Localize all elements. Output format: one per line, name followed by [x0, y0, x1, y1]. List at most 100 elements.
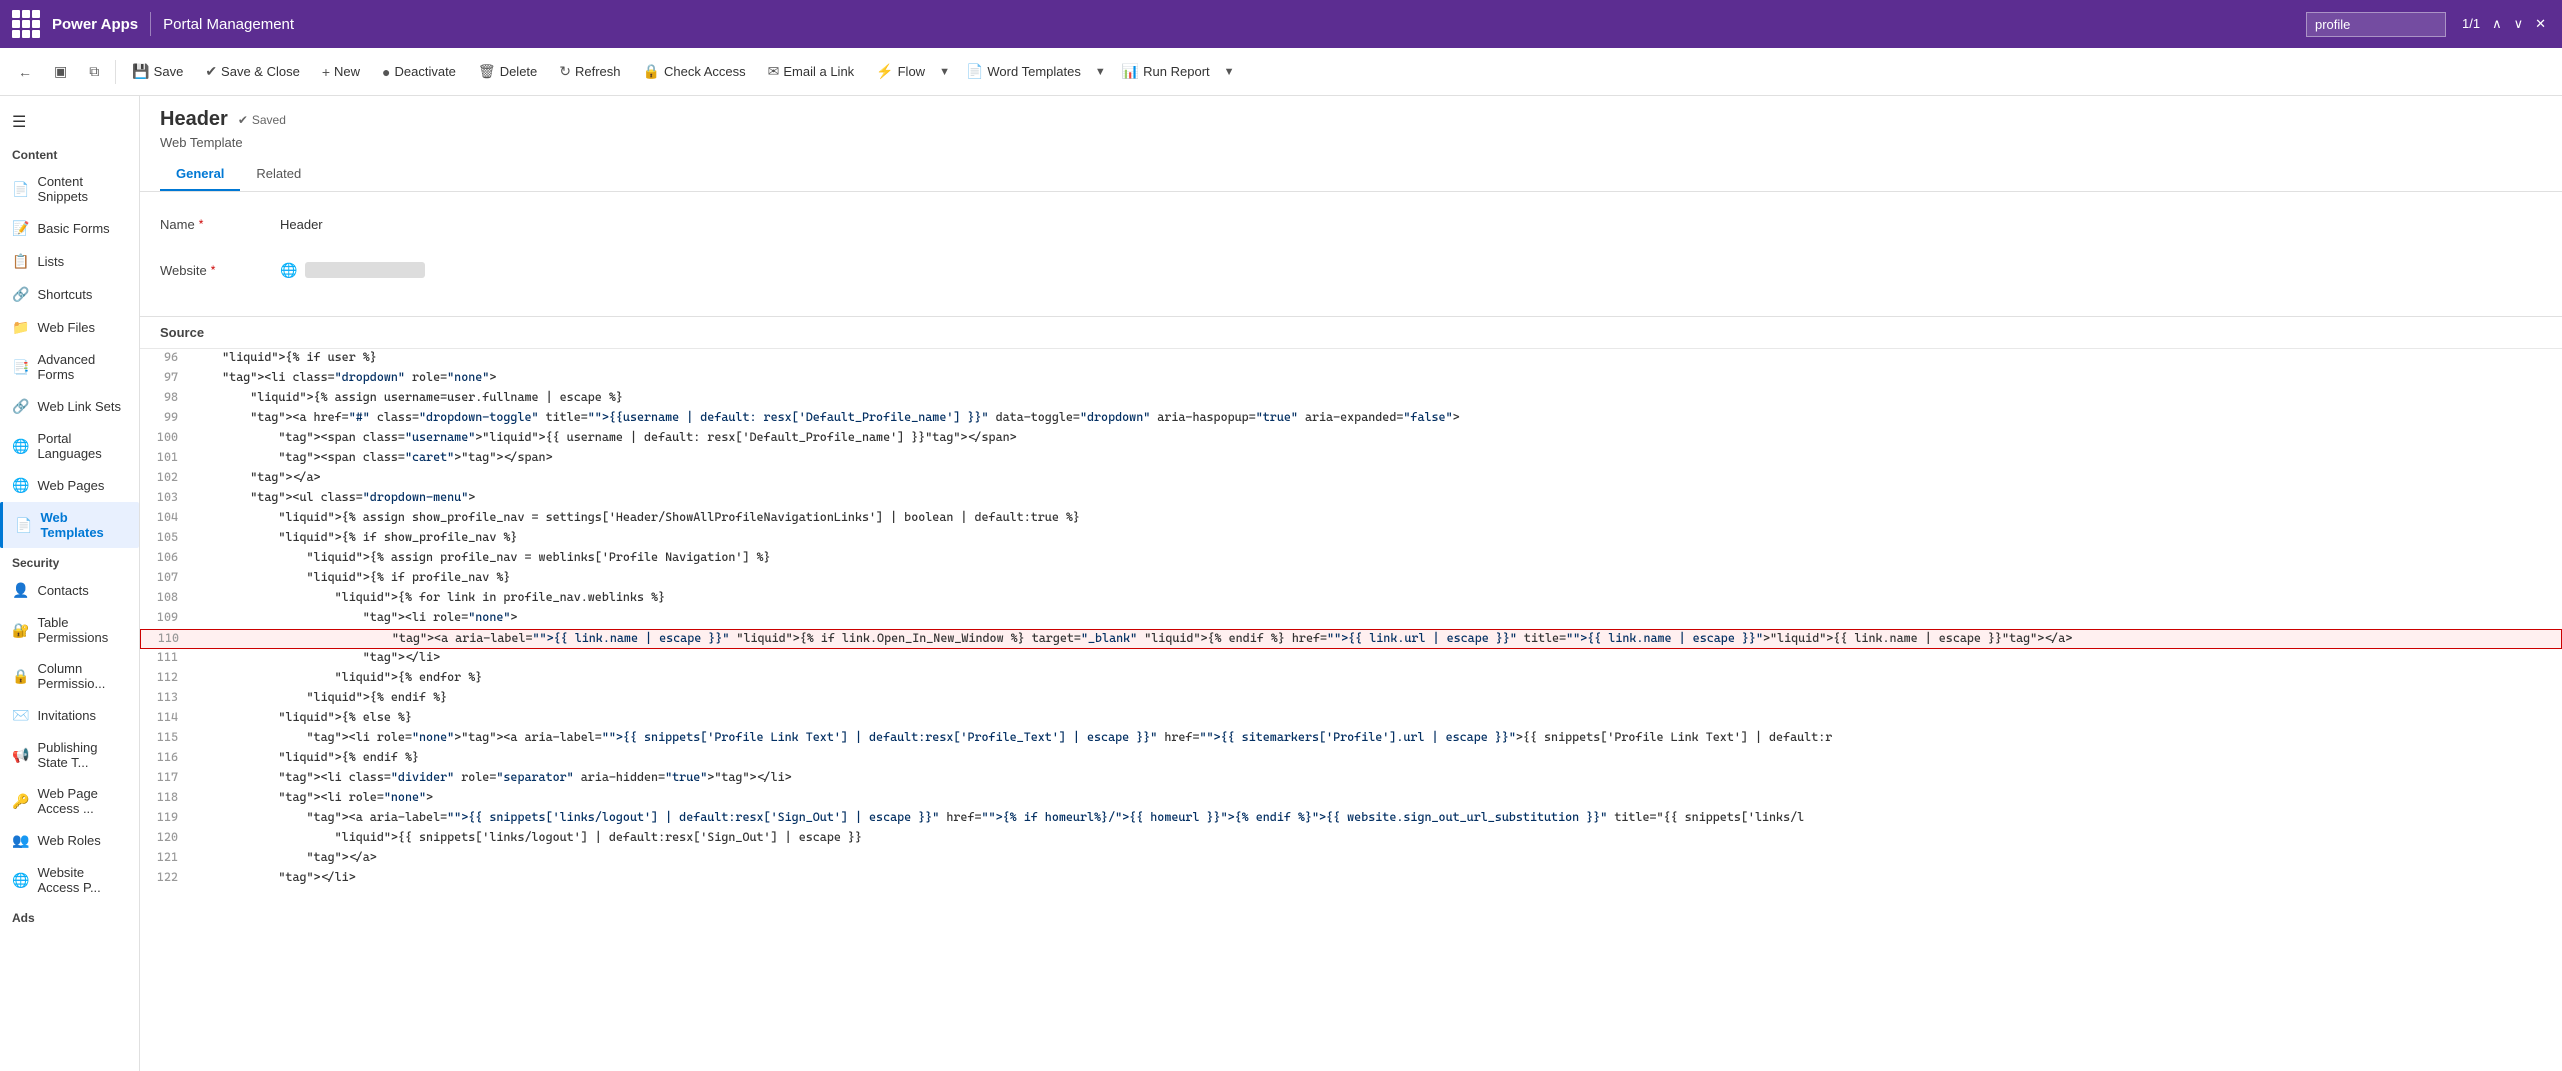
flow-dropdown-btn[interactable]: ▼ [935, 60, 954, 84]
sidebar-item-portal-languages[interactable]: 🌐 Portal Languages [0, 423, 139, 469]
sidebar-item-contacts[interactable]: 👤 Contacts [0, 574, 139, 607]
sidebar-item-shortcuts[interactable]: 🔗 Shortcuts [0, 278, 139, 311]
globe-icon: 🌐 [280, 262, 297, 279]
code-editor[interactable]: 96 "liquid">{% if user %}97 "tag"><li cl… [140, 349, 2562, 1071]
new-icon: + [322, 64, 330, 80]
sidebar-item-invitations[interactable]: ✉️ Invitations [0, 699, 139, 732]
code-line: 112 "liquid">{% endfor %} [140, 669, 2562, 689]
new-button[interactable]: + New [312, 58, 370, 86]
name-value[interactable]: Header [280, 217, 323, 232]
word-templates-button[interactable]: 📄 Word Templates [956, 57, 1091, 86]
check-access-button[interactable]: 🔒 Check Access [633, 57, 756, 86]
line-number: 97 [140, 369, 190, 385]
deactivate-button[interactable]: ● Deactivate [372, 58, 466, 86]
prev-result-btn[interactable]: ∧ [2488, 14, 2506, 34]
line-number: 116 [140, 749, 190, 765]
sidebar-item-web-pages[interactable]: 🌐 Web Pages [0, 469, 139, 502]
refresh-icon: ↻ [559, 63, 571, 80]
line-number: 107 [140, 569, 190, 585]
line-content: "tag"></li> [190, 649, 2562, 665]
back-button[interactable]: ← [8, 58, 42, 86]
line-content: "liquid">{% endif %} [190, 749, 2562, 765]
search-nav: 1/1 ∧ ∨ ✕ [2458, 14, 2550, 34]
sidebar-item-website-access[interactable]: 🌐 Website Access P... [0, 857, 139, 903]
sidebar: ☰ Content 📄 Content Snippets 📝 Basic For… [0, 96, 140, 1071]
line-content: "tag"><span class="username">"liquid">{{… [190, 429, 2562, 445]
sidebar-item-web-templates[interactable]: 📄 Web Templates [0, 502, 139, 548]
sidebar-label-column-permissions: Column Permissio... [37, 661, 127, 691]
form-view-icon: ▣ [54, 63, 67, 80]
sidebar-item-basic-forms[interactable]: 📝 Basic Forms [0, 212, 139, 245]
line-content: "tag"><a href="#" class="dropdown-toggle… [190, 409, 2562, 425]
sidebar-label-publishing-state: Publishing State T... [37, 740, 127, 770]
sidebar-label-advanced-forms: Advanced Forms [37, 352, 127, 382]
refresh-button[interactable]: ↻ Refresh [549, 57, 630, 86]
run-report-button[interactable]: 📊 Run Report [1112, 57, 1220, 86]
tab-related[interactable]: Related [240, 158, 317, 191]
code-line: 97 "tag"><li class="dropdown" role="none… [140, 369, 2562, 389]
sidebar-label-website-access: Website Access P... [37, 865, 127, 895]
sidebar-item-web-link-sets[interactable]: 🔗 Web Link Sets [0, 390, 139, 423]
word-templates-dropdown-btn[interactable]: ▼ [1091, 60, 1110, 84]
sidebar-item-publishing-state[interactable]: 📢 Publishing State T... [0, 732, 139, 778]
sidebar-label-content-snippets: Content Snippets [37, 174, 127, 204]
sidebar-item-table-permissions[interactable]: 🔐 Table Permissions [0, 607, 139, 653]
line-content: "tag"></a> [190, 469, 2562, 485]
email-link-button[interactable]: ✉ Email a Link [758, 57, 865, 86]
code-line: 114 "liquid">{% else %} [140, 709, 2562, 729]
code-line: 108 "liquid">{% for link in profile_nav.… [140, 589, 2562, 609]
sidebar-item-column-permissions[interactable]: 🔒 Column Permissio... [0, 653, 139, 699]
code-line: 117 "tag"><li class="divider" role="sepa… [140, 769, 2562, 789]
next-result-btn[interactable]: ∨ [2510, 14, 2528, 34]
line-number: 108 [140, 589, 190, 605]
line-content: "tag"><li role="none"> [190, 609, 2562, 625]
flow-button[interactable]: ⚡ Flow [866, 57, 935, 86]
sidebar-item-advanced-forms[interactable]: 📑 Advanced Forms [0, 344, 139, 390]
record-type: Web Template [160, 135, 2542, 150]
flow-button-group: ⚡ Flow ▼ [866, 57, 954, 86]
sidebar-label-shortcuts: Shortcuts [37, 287, 92, 302]
sidebar-toggle-btn[interactable]: ☰ [0, 104, 139, 140]
line-number: 99 [140, 409, 190, 425]
line-number: 118 [140, 789, 190, 805]
tab-general[interactable]: General [160, 158, 240, 191]
line-number: 119 [140, 809, 190, 825]
contacts-icon: 👤 [12, 582, 29, 599]
line-number: 109 [140, 609, 190, 625]
apps-icon[interactable] [12, 10, 40, 38]
shortcuts-icon: 🔗 [12, 286, 29, 303]
invitations-icon: ✉️ [12, 707, 29, 724]
website-label: Website * [160, 263, 280, 278]
sidebar-item-web-page-access[interactable]: 🔑 Web Page Access ... [0, 778, 139, 824]
delete-button[interactable]: 🗑 Delete [468, 57, 547, 86]
deactivate-icon: ● [382, 64, 390, 80]
close-search-btn[interactable]: ✕ [2531, 14, 2550, 34]
website-blurred-value[interactable] [305, 262, 425, 278]
sidebar-item-web-roles[interactable]: 👥 Web Roles [0, 824, 139, 857]
run-report-button-group: 📊 Run Report ▼ [1112, 57, 1239, 86]
line-content: "liquid">{% assign username=user.fullnam… [190, 389, 2562, 405]
line-content: "liquid">{% for link in profile_nav.webl… [190, 589, 2562, 605]
sidebar-item-content-snippets[interactable]: 📄 Content Snippets [0, 166, 139, 212]
code-line: 118 "tag"><li role="none"> [140, 789, 2562, 809]
line-number: 121 [140, 849, 190, 865]
ads-section-title: Ads [0, 903, 139, 929]
website-required-marker: * [211, 263, 216, 277]
line-number: 117 [140, 769, 190, 785]
sidebar-label-portal-languages: Portal Languages [37, 431, 127, 461]
form-view-button[interactable]: ▣ [44, 57, 77, 86]
save-close-button[interactable]: ✔ Save & Close [195, 57, 310, 86]
sidebar-label-table-permissions: Table Permissions [37, 615, 127, 645]
save-button[interactable]: 💾 Save [122, 57, 193, 86]
code-line: 104 "liquid">{% assign show_profile_nav … [140, 509, 2562, 529]
run-report-dropdown-btn[interactable]: ▼ [1220, 60, 1239, 84]
search-input[interactable] [2306, 12, 2446, 37]
line-content: "liquid">{% if show_profile_nav %} [190, 529, 2562, 545]
sidebar-item-web-files[interactable]: 📁 Web Files [0, 311, 139, 344]
open-new-window-button[interactable]: ⧉ [79, 57, 109, 86]
sidebar-item-lists[interactable]: 📋 Lists [0, 245, 139, 278]
sidebar-label-web-templates: Web Templates [40, 510, 127, 540]
name-field-row: Name * Header [160, 208, 2542, 240]
sidebar-label-web-link-sets: Web Link Sets [37, 399, 121, 414]
main-layout: ☰ Content 📄 Content Snippets 📝 Basic For… [0, 96, 2562, 1071]
